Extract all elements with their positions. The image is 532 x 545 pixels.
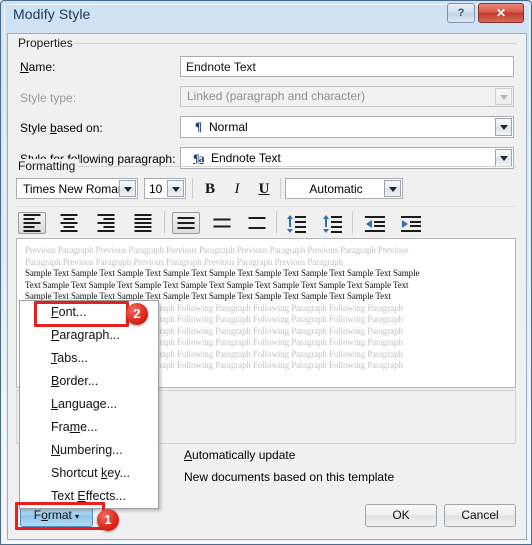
- style-based-on-label: Style based on:: [20, 121, 103, 135]
- font-color-select[interactable]: Automatic: [285, 178, 403, 199]
- modify-style-dialog: Modify Style ? ✕ Properties Name: Endnot…: [0, 0, 532, 545]
- align-right-button[interactable]: [92, 212, 120, 234]
- toolbar-separator: [280, 178, 281, 199]
- linked-style-icon: ¶a: [193, 151, 205, 165]
- font-size-select[interactable]: 10: [144, 178, 186, 199]
- chevron-down-icon[interactable]: [384, 180, 401, 197]
- formatting-group-divider: [78, 166, 517, 167]
- annotation-highlight-font-menu-item: [34, 301, 129, 327]
- chevron-down-icon[interactable]: [167, 180, 184, 197]
- font-family-value: Times New Roman: [23, 182, 125, 196]
- chevron-down-icon[interactable]: [495, 149, 512, 167]
- italic-icon: I: [234, 181, 240, 197]
- chevron-down-icon[interactable]: [119, 180, 136, 197]
- properties-group-divider: [74, 43, 517, 44]
- name-label: Name:: [20, 60, 56, 74]
- chevron-down-icon: [495, 88, 512, 105]
- menu-item-frame[interactable]: Frame...: [20, 416, 158, 439]
- preview-previous-line: Previous Paragraph Previous Paragraph Pr…: [25, 245, 409, 255]
- align-justify-button[interactable]: [129, 212, 157, 234]
- formatting-group-label: Formatting: [14, 159, 80, 173]
- increase-paragraph-spacing-icon: [323, 215, 342, 233]
- line-spacing-1-5-button[interactable]: [208, 212, 236, 234]
- align-center-icon: [60, 214, 78, 232]
- align-justify-icon: [134, 214, 152, 232]
- style-based-on-select[interactable]: ¶ Normal: [180, 116, 514, 138]
- underline-icon: U: [258, 181, 270, 197]
- toolbar-divider: [16, 206, 516, 207]
- automatically-update-label[interactable]: Automatically update: [184, 448, 295, 462]
- decrease-indent-button[interactable]: [360, 212, 388, 234]
- cancel-button[interactable]: Cancel: [444, 504, 516, 527]
- chevron-down-icon[interactable]: [495, 118, 512, 136]
- name-input[interactable]: Endnote Text: [180, 56, 514, 77]
- menu-item-tabs[interactable]: Tabs...: [20, 347, 158, 370]
- decrease-indent-icon: [365, 216, 385, 232]
- format-context-menu[interactable]: Font... Paragraph... Tabs... Border... L…: [19, 300, 159, 509]
- menu-item-numbering[interactable]: Numbering...: [20, 439, 158, 462]
- menu-item-language[interactable]: Language...: [20, 393, 158, 416]
- annotation-step-1-badge: 1: [97, 509, 119, 531]
- increase-indent-icon: [401, 216, 421, 232]
- toolbar-separator: [192, 178, 193, 199]
- font-size-value: 10: [149, 182, 163, 196]
- style-following-paragraph-value: Endnote Text: [211, 151, 281, 165]
- increase-indent-button[interactable]: [396, 212, 424, 234]
- style-based-on-value: Normal: [209, 120, 248, 134]
- font-family-select[interactable]: Times New Roman: [16, 178, 138, 199]
- bold-button[interactable]: B: [198, 178, 222, 200]
- preview-sample-line: Text Sample Text Sample Text Sample Text…: [25, 279, 409, 290]
- style-type-select: Linked (paragraph and character): [180, 86, 514, 107]
- ok-button[interactable]: OK: [365, 504, 437, 527]
- menu-item-paragraph[interactable]: Paragraph...: [20, 324, 158, 347]
- decrease-paragraph-spacing-button[interactable]: [282, 212, 310, 234]
- menu-item-border[interactable]: Border...: [20, 370, 158, 393]
- style-type-label: Style type:: [20, 91, 77, 105]
- new-documents-based-on-template-label[interactable]: New documents based on this template: [184, 470, 394, 484]
- increase-paragraph-spacing-button[interactable]: [318, 212, 346, 234]
- underline-button[interactable]: U: [252, 178, 276, 200]
- line-spacing-1-5-icon: [213, 218, 231, 228]
- annotation-step-2-badge: 2: [126, 303, 148, 325]
- toolbar-separator: [164, 211, 165, 234]
- menu-item-shortcut-key[interactable]: Shortcut key...: [20, 462, 158, 485]
- close-icon[interactable]: ✕: [478, 3, 524, 23]
- align-right-icon: [97, 214, 115, 232]
- align-left-button[interactable]: [18, 212, 46, 234]
- help-icon[interactable]: ?: [447, 3, 475, 23]
- font-color-value: Automatic: [309, 182, 363, 196]
- pilcrow-icon: ¶: [195, 119, 203, 134]
- style-type-value: Linked (paragraph and character): [187, 89, 366, 103]
- decrease-paragraph-spacing-icon: [287, 215, 306, 233]
- bold-icon: B: [204, 181, 215, 197]
- align-left-icon: [23, 214, 41, 232]
- align-center-button[interactable]: [55, 212, 83, 234]
- italic-button[interactable]: I: [225, 178, 249, 200]
- preview-sample-line: Sample Text Sample Text Sample Text Samp…: [25, 268, 420, 278]
- toolbar-separator: [352, 211, 353, 234]
- line-spacing-single-button[interactable]: [172, 212, 200, 234]
- annotation-highlight-format-button: [15, 502, 105, 530]
- toolbar-separator: [276, 211, 277, 234]
- title-bar: Modify Style ? ✕: [1, 1, 532, 31]
- line-spacing-double-icon: [248, 217, 266, 229]
- preview-previous-line: Paragraph Previous Paragraph Previous Pa…: [25, 256, 343, 267]
- line-spacing-single-icon: [177, 217, 195, 229]
- line-spacing-double-button[interactable]: [243, 212, 271, 234]
- properties-group-label: Properties: [14, 36, 77, 50]
- dialog-title: Modify Style: [13, 6, 91, 22]
